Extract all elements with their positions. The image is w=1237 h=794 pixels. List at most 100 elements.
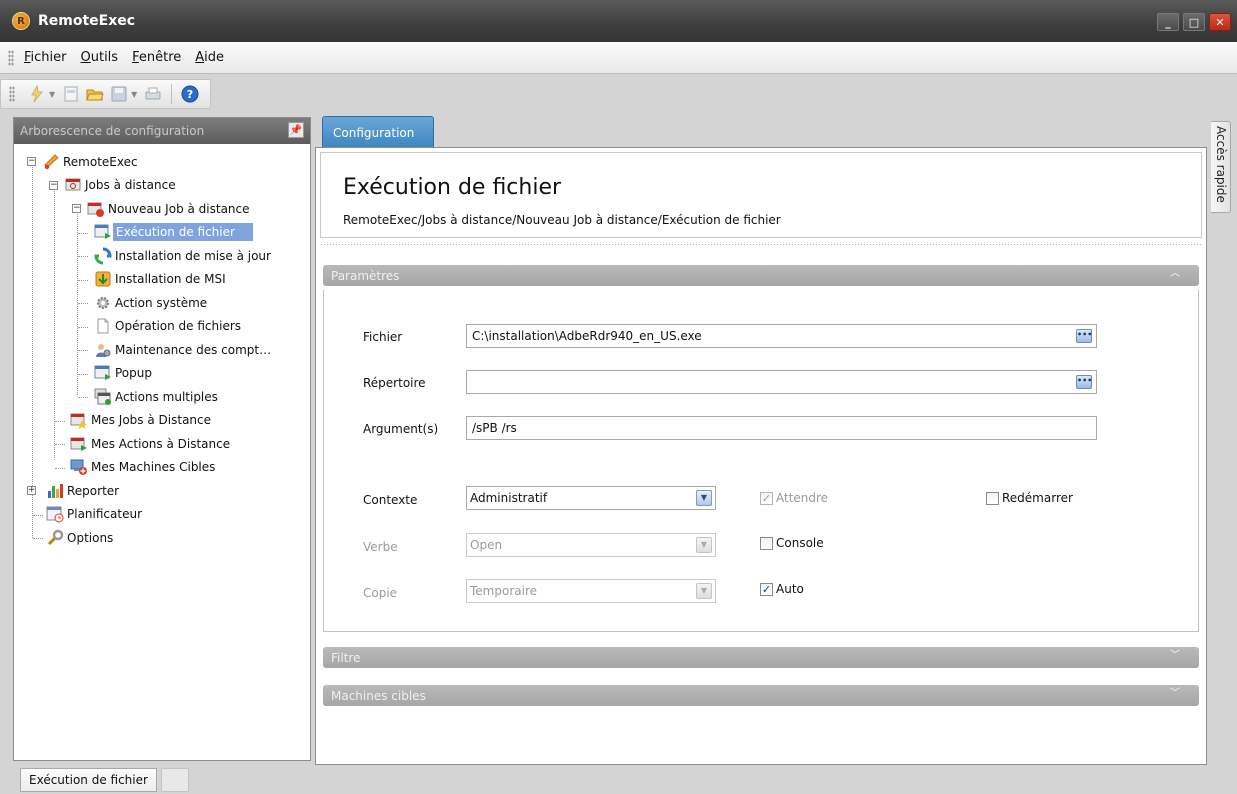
redemarrer-label: Redémarrer (1002, 491, 1073, 505)
user-accounts-icon (96, 343, 111, 357)
page-title: Exécution de fichier (343, 175, 562, 200)
repertoire-label: Répertoire (363, 376, 426, 390)
new-icon[interactable] (62, 85, 80, 103)
collapse-icon[interactable]: − (49, 180, 58, 190)
auto-label: Auto (776, 582, 804, 596)
target-machines-icon (70, 459, 87, 476)
tree-item-nouveau-job[interactable]: − Nouveau Job à distance (14, 197, 310, 221)
console-label: Console (776, 536, 824, 550)
title-bar: R RemoteExec _ □ ✕ (0, 0, 1237, 42)
expand-icon[interactable]: + (27, 486, 36, 495)
file-operation-icon (97, 318, 109, 334)
tree-item-execution-de-fichier[interactable]: Exécution de fichier (14, 221, 310, 245)
copie-value: Temporaire (470, 584, 537, 598)
toolbar-grip-icon (9, 86, 15, 102)
chevron-up-icon[interactable]: ︿ (1159, 267, 1191, 281)
auto-checkbox-row[interactable]: ✓ Auto (760, 582, 804, 596)
status-tab-execution[interactable]: Exécution de fichier (20, 768, 157, 792)
menu-fenetre[interactable]: Fenêtre (132, 50, 181, 65)
fichier-input[interactable]: C:\installation\AdbeRdr940_en_US.exe ••• (466, 324, 1097, 348)
my-actions-icon (70, 437, 87, 451)
attendre-checkbox-row[interactable]: ✓ Attendre (760, 491, 828, 505)
attendre-checkbox[interactable]: ✓ (760, 491, 773, 505)
scheduler-icon (46, 506, 64, 523)
tree-item-maintenance-comptes[interactable]: Maintenance des compt… (14, 338, 310, 362)
tree-item-mes-actions[interactable]: Mes Actions à Distance (14, 432, 310, 456)
breadcrumb: RemoteExec/Jobs à distance/Nouveau Job à… (343, 213, 781, 227)
tab-configuration[interactable]: Configuration (322, 116, 434, 148)
section-machines-cibles[interactable]: Machines cibles ﹀ (323, 685, 1199, 706)
tree-item-mes-machines[interactable]: Mes Machines Cibles (14, 456, 310, 480)
divider (320, 243, 1202, 246)
tree-item-options[interactable]: Options (14, 526, 310, 550)
fichier-value: C:\installation\AdbeRdr940_en_US.exe (472, 329, 702, 343)
my-jobs-icon (70, 413, 87, 430)
update-icon (94, 247, 112, 265)
save-icon[interactable] (110, 85, 128, 103)
app-logo-icon: R (12, 12, 30, 30)
remote-job-icon (65, 178, 81, 191)
section-parametres-label: Paramètres (331, 268, 400, 283)
tree-item-operation-fichiers[interactable]: Opération de fichiers (14, 315, 310, 339)
menu-aide[interactable]: Aide (195, 50, 224, 65)
console-checkbox[interactable] (760, 536, 773, 550)
print-icon[interactable] (144, 85, 162, 103)
tree-item-popup[interactable]: Popup (14, 362, 310, 386)
tree-item-actions-multiples[interactable]: Actions multiples (14, 385, 310, 409)
verbe-select[interactable]: Open ▼ (466, 533, 716, 557)
tree-item-installation-mise-a-jour[interactable]: Installation de mise à jour (14, 244, 310, 268)
chevron-down-icon[interactable]: ﹀ (1159, 687, 1191, 701)
configuration-content: Exécution de fichier RemoteExec/Jobs à d… (315, 147, 1207, 765)
chevron-down-icon[interactable]: ▼ (696, 537, 712, 553)
minimize-button[interactable]: _ (1157, 13, 1179, 31)
arguments-value: /sPB /rs (472, 421, 517, 435)
tree-item-jobs-a-distance[interactable]: − Jobs à distance (14, 174, 310, 198)
page-header: Exécution de fichier RemoteExec/Jobs à d… (320, 152, 1202, 238)
wrench-icon (47, 529, 64, 545)
reporter-chart-icon (48, 483, 63, 498)
close-button[interactable]: ✕ (1209, 13, 1231, 31)
msi-icon (95, 271, 111, 287)
execute-dropdown-icon[interactable]: ▼ (49, 90, 55, 99)
arguments-input[interactable]: /sPB /rs (466, 416, 1097, 440)
contexte-value: Administratif (470, 491, 548, 505)
chevron-down-icon[interactable]: ﹀ (1159, 649, 1191, 663)
save-dropdown-icon[interactable]: ▼ (131, 90, 137, 99)
browse-file-button[interactable]: ••• (1076, 329, 1092, 343)
help-icon[interactable]: ? (181, 85, 199, 103)
remoteexec-icon (44, 154, 59, 169)
open-folder-icon[interactable] (86, 85, 104, 103)
toolbar-separator (171, 84, 173, 104)
tree-item-remoteexec[interactable]: − RemoteExec (14, 150, 310, 174)
section-parametres[interactable]: Paramètres ︿ (323, 265, 1199, 286)
auto-checkbox[interactable]: ✓ (760, 582, 773, 596)
contexte-label: Contexte (363, 493, 418, 507)
tree-item-mes-jobs[interactable]: Mes Jobs à Distance (14, 409, 310, 433)
verbe-value: Open (470, 538, 503, 552)
quick-access-tab[interactable]: Accès rapide (1211, 121, 1231, 213)
maximize-button[interactable]: □ (1183, 13, 1205, 31)
toolbar: ▼ ▼ ? (0, 75, 1237, 113)
redemarrer-checkbox-row[interactable]: Redémarrer (986, 491, 1073, 505)
contexte-select[interactable]: Administratif ▼ (466, 486, 716, 510)
section-filtre[interactable]: Filtre ﹀ (323, 647, 1199, 668)
tree-item-installation-msi[interactable]: Installation de MSI (14, 268, 310, 292)
chevron-down-icon[interactable]: ▼ (696, 490, 712, 506)
chevron-down-icon[interactable]: ▼ (696, 583, 712, 599)
tree-item-reporter[interactable]: + Reporter (14, 479, 310, 503)
browse-directory-button[interactable]: ••• (1076, 375, 1092, 389)
menu-fichier[interactable]: Fichier (24, 50, 67, 65)
redemarrer-checkbox[interactable] (986, 491, 999, 505)
file-execution-icon (94, 224, 111, 240)
collapse-icon[interactable]: − (72, 204, 81, 213)
copie-select[interactable]: Temporaire ▼ (466, 579, 716, 603)
repertoire-input[interactable]: ••• (466, 370, 1097, 394)
collapse-icon[interactable]: − (27, 157, 36, 166)
pin-icon[interactable]: 📌 (288, 122, 304, 138)
window-title: RemoteExec (38, 13, 136, 29)
tree-item-planificateur[interactable]: Planificateur (14, 503, 310, 527)
execute-icon[interactable] (28, 85, 46, 103)
tree-item-action-systeme[interactable]: Action système (14, 291, 310, 315)
console-checkbox-row[interactable]: Console (760, 536, 824, 550)
menu-outils[interactable]: Outils (81, 50, 119, 65)
